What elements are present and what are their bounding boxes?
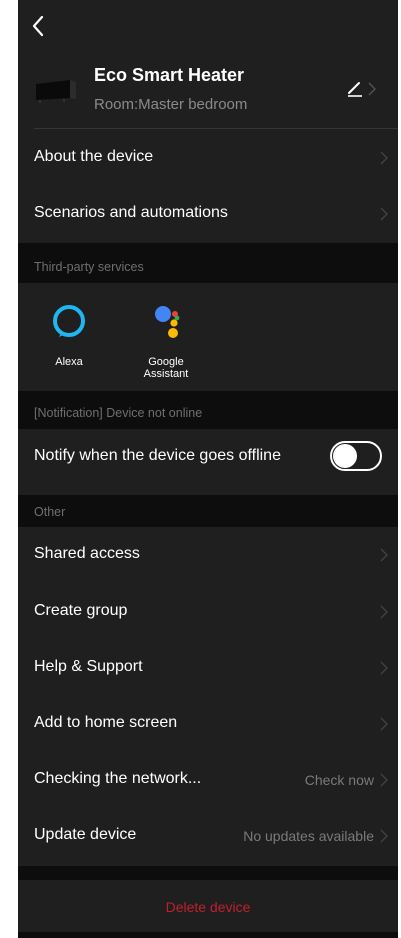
section-third-party: Third-party services: [18, 243, 398, 283]
device-header[interactable]: Eco Smart Heater Room:Master bedroom: [18, 50, 398, 128]
row-label: Checking the network...: [34, 770, 202, 787]
alexa-icon: [53, 305, 85, 337]
delete-label: Delete device: [165, 899, 251, 915]
row-label: Create group: [34, 602, 128, 619]
divider: [34, 128, 398, 129]
device-settings-screen: Eco Smart Heater Room:Master bedroom Abo…: [18, 0, 398, 938]
create-group-row[interactable]: Create group: [18, 584, 398, 640]
section-label: Third-party services: [34, 260, 144, 274]
row-label: Help & Support: [34, 658, 143, 675]
shared-access-row[interactable]: Shared access: [18, 527, 398, 583]
section-spacer: [18, 866, 398, 880]
check-now-link[interactable]: Check now: [305, 772, 374, 788]
about-device-row[interactable]: About the device: [18, 130, 398, 186]
chevron-right-icon: [380, 548, 388, 562]
row-label: Scenarios and automations: [34, 204, 228, 221]
service-label: Alexa: [55, 356, 83, 368]
toggle-knob: [333, 444, 357, 468]
scenarios-automations-row[interactable]: Scenarios and automations: [18, 186, 398, 242]
row-label: Update device: [34, 826, 137, 843]
chevron-right-icon: [380, 717, 388, 731]
heater-thumbnail-icon: [36, 80, 76, 103]
google-assistant-service[interactable]: Google Assistant: [126, 301, 206, 380]
row-label: Notify when the device goes offline: [34, 447, 281, 464]
row-label: Add to home screen: [34, 714, 178, 731]
top-bar: [18, 0, 398, 50]
chevron-right-icon: [380, 829, 388, 843]
section-notification: [Notification] Device not online: [18, 391, 398, 429]
section-other: Other: [18, 495, 398, 527]
row-label: Shared access: [34, 545, 140, 562]
section-label: Other: [34, 505, 66, 519]
section-label: [Notification] Device not online: [34, 406, 203, 420]
check-network-row[interactable]: Checking the network... Check now: [18, 752, 398, 808]
alexa-service[interactable]: Alexa: [29, 301, 109, 368]
chevron-right-icon: [368, 82, 376, 96]
chevron-left-icon[interactable]: [28, 12, 48, 40]
delete-device-button[interactable]: Delete device: [18, 880, 398, 932]
help-support-row[interactable]: Help & Support: [18, 640, 398, 696]
row-label: About the device: [34, 148, 154, 165]
pencil-icon[interactable]: [346, 80, 364, 98]
service-label: Google Assistant: [143, 356, 189, 380]
update-status: No updates available: [243, 828, 374, 844]
device-room: Room:Master bedroom: [94, 96, 248, 113]
chevron-right-icon: [380, 207, 388, 221]
third-party-services: Alexa Google Assistant: [18, 283, 398, 391]
device-name: Eco Smart Heater: [94, 65, 245, 85]
notify-offline-toggle[interactable]: [330, 441, 382, 471]
update-device-row[interactable]: Update device No updates available: [18, 808, 398, 864]
google-assistant-icon: [155, 306, 180, 338]
chevron-right-icon: [380, 605, 388, 619]
notify-offline-row: Notify when the device goes offline: [18, 429, 398, 485]
chevron-right-icon: [380, 773, 388, 787]
bottom-spacer: [18, 932, 398, 938]
add-home-screen-row[interactable]: Add to home screen: [18, 696, 398, 752]
chevron-right-icon: [380, 661, 388, 675]
chevron-right-icon: [380, 151, 388, 165]
